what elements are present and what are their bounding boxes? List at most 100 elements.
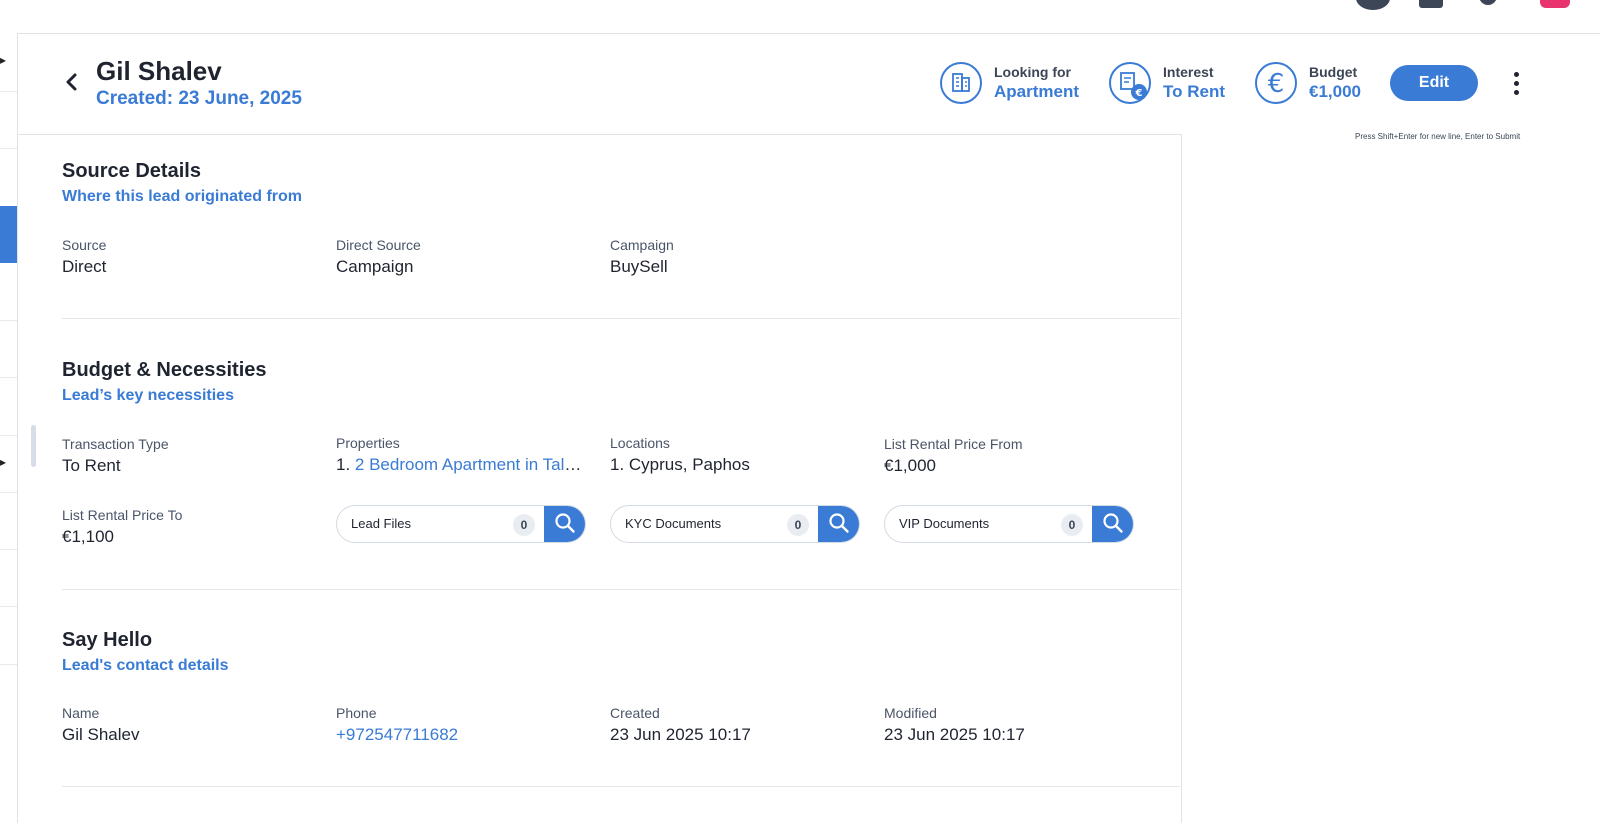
sidebar-item[interactable] (0, 91, 17, 149)
budget-summary: € Budget €1,000 (1255, 62, 1375, 108)
field-label: Properties (336, 435, 400, 451)
user-icon[interactable] (1419, 0, 1443, 8)
search-icon (555, 512, 575, 533)
sidebar-item[interactable] (0, 606, 17, 665)
search-icon (829, 512, 849, 533)
doc-count-badge: 0 (787, 514, 809, 536)
field-label: Locations (610, 435, 670, 451)
search-icon (1103, 512, 1123, 533)
rent-euro-icon: € (1109, 62, 1151, 104)
field-label: Phone (336, 705, 377, 721)
section-subtitle: Where this lead originated from (62, 188, 303, 205)
sidebar-item-active[interactable] (0, 206, 17, 263)
phone-link[interactable]: +972547711682 (336, 725, 596, 745)
lead-created-date: Created: 23 June, 2025 (96, 88, 302, 109)
search-button[interactable] (1092, 506, 1133, 542)
field-value: 1. Cyprus, Paphos (610, 455, 750, 474)
app-logo-icon[interactable] (1540, 0, 1570, 8)
section-subtitle: Lead's contact details (62, 657, 229, 674)
interest-label: Interest (1163, 64, 1214, 80)
more-options-icon[interactable] (1506, 70, 1526, 98)
budget-value: €1,000 (1309, 82, 1361, 101)
section-title: Budget & Necessities (62, 359, 267, 381)
field-label: Transaction Type (62, 436, 169, 452)
interest-value: To Rent (1163, 82, 1226, 101)
field-source: Source Direct (62, 237, 322, 277)
field-campaign: Campaign BuySell (610, 237, 870, 277)
sidebar-item[interactable] (0, 320, 17, 378)
section-divider (62, 318, 1180, 319)
field-value: To Rent (62, 456, 121, 475)
building-icon (940, 62, 982, 104)
field-price-from: List Rental Price From €1,000 (884, 436, 1144, 476)
looking-for-label: Looking for (994, 64, 1071, 80)
doc-count-badge: 0 (1061, 514, 1083, 536)
field-price-to: List Rental Price To €1,100 (62, 507, 322, 547)
field-value: €1,100 (62, 527, 114, 546)
field-label: Modified (884, 705, 937, 721)
looking-for-value: Apartment (994, 82, 1080, 101)
field-phone: Phone +972547711682 (336, 705, 596, 745)
section-title: Source Details (62, 160, 201, 182)
sidebar-item[interactable] (0, 377, 17, 436)
interest-summary: € Interest To Rent (1109, 62, 1239, 108)
right-panel: Press Shift+Enter for new line, Enter to… (1181, 132, 1600, 823)
svg-text:€: € (1135, 88, 1143, 99)
sidebar-item[interactable]: ▸ (0, 33, 17, 92)
sidebar-item[interactable] (0, 263, 17, 321)
resize-handle[interactable] (31, 425, 36, 467)
sidebar-item[interactable] (0, 549, 17, 607)
field-value: Gil Shalev (62, 725, 140, 744)
chevron-right-icon: ▸ (0, 53, 7, 67)
section-title: Say Hello (62, 629, 153, 651)
edit-button[interactable]: Edit (1390, 65, 1478, 101)
field-value: €1,000 (884, 456, 936, 475)
field-created: Created 23 Jun 2025 10:17 (610, 705, 870, 745)
doc-label: KYC Documents (625, 516, 722, 531)
top-bar (0, 0, 1600, 34)
input-hint: Press Shift+Enter for new line, Enter to… (1355, 132, 1521, 141)
field-value: 1. 2 Bedroom Apartment in Tala, Paphos (336, 455, 584, 475)
budget-label: Budget (1309, 64, 1358, 80)
lead-files-search[interactable]: Lead Files 0 (336, 505, 586, 543)
doc-label: Lead Files (351, 516, 411, 531)
gear-icon[interactable] (1475, 0, 1501, 15)
search-button[interactable] (544, 506, 585, 542)
field-value: BuySell (610, 257, 668, 276)
property-link[interactable]: 2 Bedroom Apartment in Tala, Paphos (355, 455, 584, 474)
doc-count-badge: 0 (513, 514, 535, 536)
euro-icon: € (1255, 62, 1297, 104)
field-transaction-type: Transaction Type To Rent (62, 436, 322, 476)
field-locations: Locations 1. Cyprus, Paphos (610, 435, 870, 475)
sidebar-item[interactable] (0, 492, 17, 550)
looking-for-summary: Looking for Apartment (940, 62, 1090, 108)
field-name: Name Gil Shalev (62, 705, 322, 745)
doc-label: VIP Documents (899, 516, 990, 531)
section-subtitle: Lead’s key necessities (62, 387, 234, 404)
field-value: Campaign (336, 257, 414, 276)
field-value: 23 Jun 2025 10:17 (884, 725, 1025, 744)
field-label: List Rental Price From (884, 436, 1023, 452)
field-label: Campaign (610, 237, 674, 253)
field-label: Created (610, 705, 660, 721)
section-divider (62, 786, 1180, 787)
sidebar-item[interactable]: ▸ (0, 435, 17, 493)
search-button[interactable] (818, 506, 859, 542)
section-divider (62, 589, 1180, 590)
back-button[interactable] (60, 70, 84, 94)
field-label: List Rental Price To (62, 507, 183, 523)
say-hello-section: Say Hello Lead's contact details Name Gi… (62, 629, 1162, 759)
field-properties: Properties 1. 2 Bedroom Apartment in Tal… (336, 435, 584, 475)
notifications-icon[interactable] (1356, 0, 1390, 10)
field-modified: Modified 23 Jun 2025 10:17 (884, 705, 1144, 745)
vip-documents-search[interactable]: VIP Documents 0 (884, 505, 1134, 543)
chevron-right-icon: ▸ (0, 455, 7, 469)
property-index: 1. (336, 455, 355, 474)
kyc-documents-search[interactable]: KYC Documents 0 (610, 505, 860, 543)
chevron-left-icon (66, 73, 77, 91)
field-value: Direct (62, 257, 107, 276)
field-label: Name (62, 705, 100, 721)
budget-necessities-section: Budget & Necessities Lead’s key necessit… (62, 359, 1162, 559)
svg-text:€: € (1268, 69, 1285, 99)
source-details-section: Source Details Where this lead originate… (62, 160, 1162, 290)
